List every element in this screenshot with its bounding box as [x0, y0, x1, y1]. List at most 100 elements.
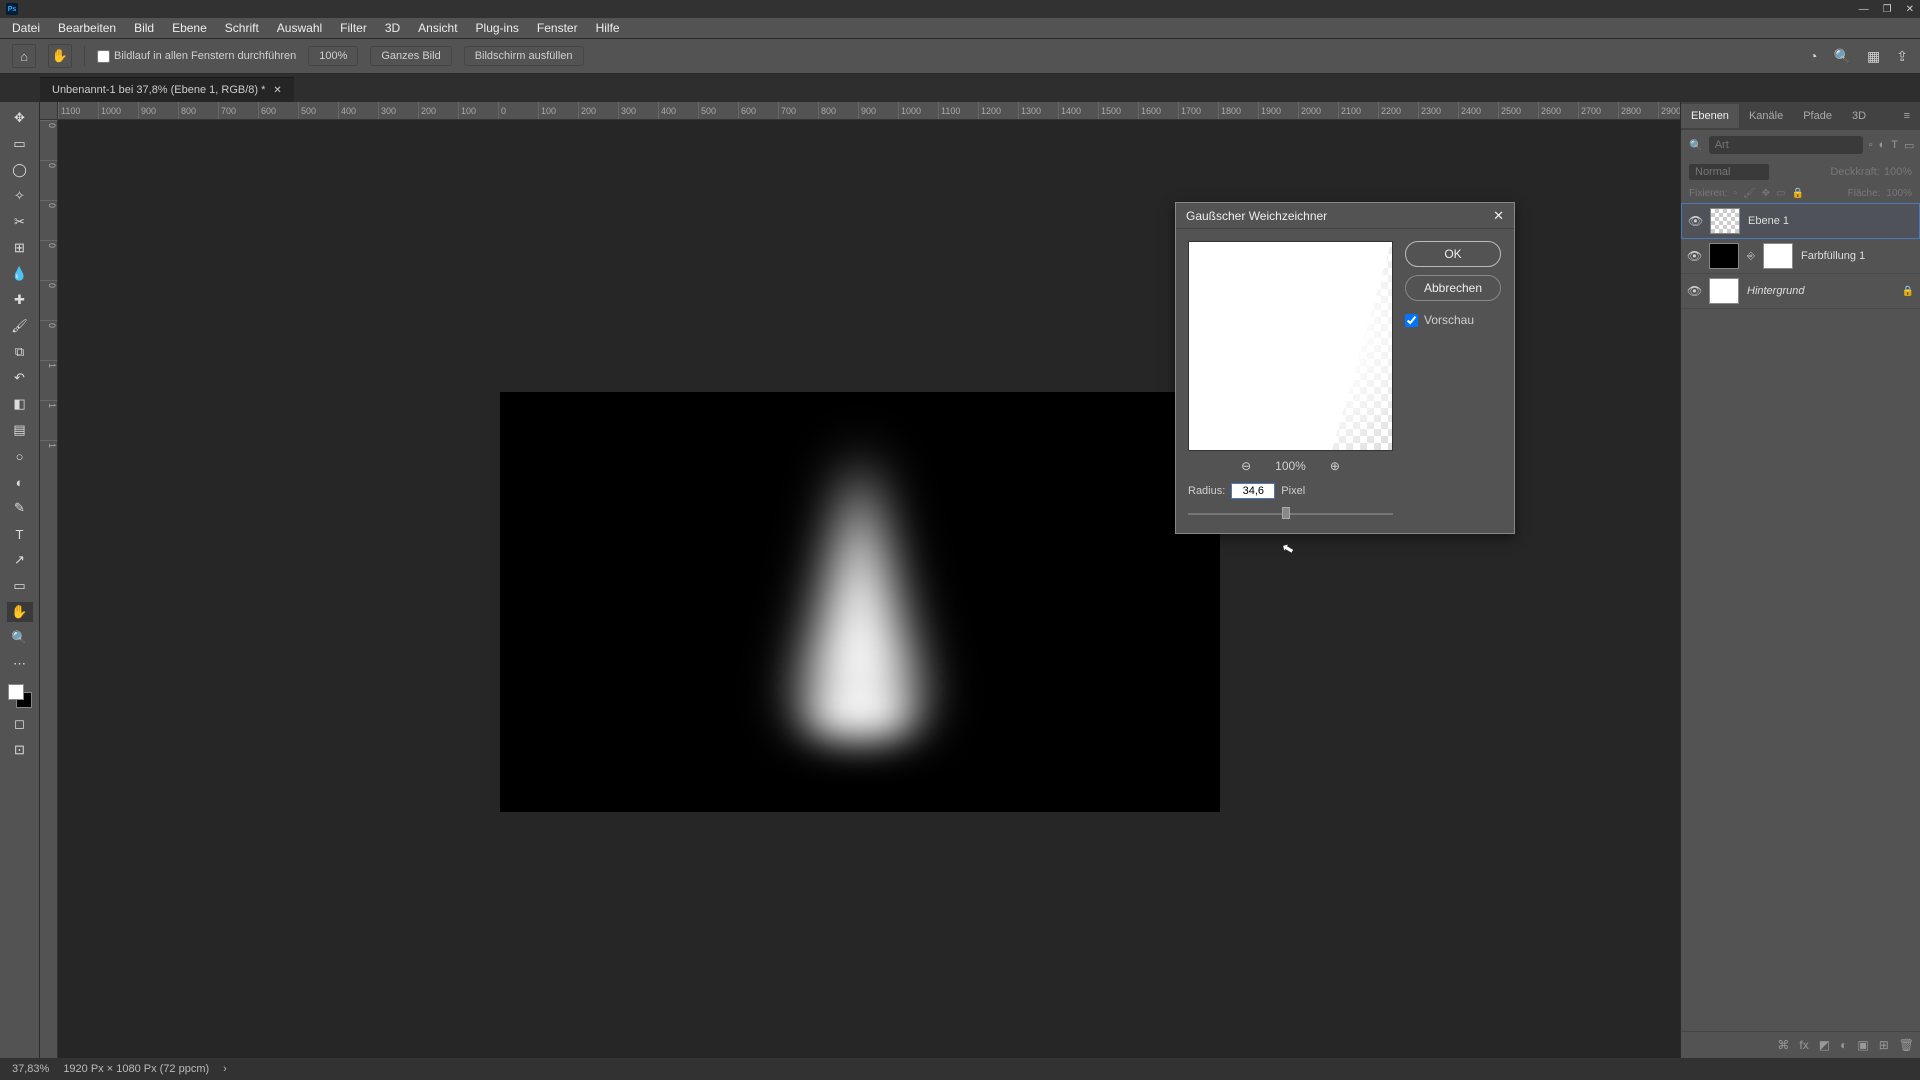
cancel-button[interactable]: Abbrechen — [1405, 275, 1501, 301]
hand-tool[interactable]: ✋ — [7, 602, 33, 622]
visibility-icon[interactable]: 👁 — [1687, 284, 1701, 298]
dodge-tool[interactable]: ◐ — [7, 472, 33, 492]
layer-name[interactable]: Hintergrund — [1747, 285, 1804, 297]
screenmode-tool[interactable]: ⊡ — [7, 740, 33, 760]
share-icon[interactable]: ⇪ — [1896, 48, 1908, 65]
dialog-preview[interactable] — [1188, 241, 1393, 451]
lock-transparency-icon[interactable]: ▫ — [1733, 188, 1737, 199]
rectangle-tool[interactable]: ▭ — [7, 576, 33, 596]
zoom-tool[interactable]: 🔍 — [7, 628, 33, 648]
search-icon[interactable]: 🔍 — [1834, 48, 1851, 65]
fit-screen-button[interactable]: Ganzes Bild — [370, 46, 451, 66]
menu-image[interactable]: Bild — [126, 19, 162, 37]
fx-icon[interactable]: fx — [1799, 1038, 1808, 1052]
menu-file[interactable]: Datei — [4, 19, 48, 37]
layer-thumbnail[interactable] — [1709, 278, 1739, 304]
move-tool[interactable]: ✥ — [7, 108, 33, 128]
radius-slider[interactable] — [1188, 507, 1393, 521]
frame-tool[interactable]: ⊞ — [7, 238, 33, 258]
lock-all-icon[interactable]: 🔒 — [1791, 188, 1803, 199]
layer-mask-thumbnail[interactable] — [1763, 243, 1793, 269]
layer-row-3[interactable]: 👁 Hintergrund 🔒 — [1681, 274, 1920, 309]
zoom-value[interactable]: 100% — [308, 46, 358, 66]
menu-plugins[interactable]: Plug-ins — [468, 19, 527, 37]
scroll-all-checkbox[interactable]: Bildlauf in allen Fenstern durchführen — [97, 50, 296, 63]
menu-select[interactable]: Auswahl — [269, 19, 330, 37]
menu-edit[interactable]: Bearbeiten — [50, 19, 124, 37]
layer-search-input[interactable] — [1709, 136, 1863, 154]
new-layer-icon[interactable]: ⊞ — [1879, 1038, 1889, 1052]
layer-name[interactable]: Farbfüllung 1 — [1801, 250, 1865, 262]
layer-name[interactable]: Ebene 1 — [1748, 215, 1789, 227]
visibility-icon[interactable]: 👁 — [1688, 214, 1702, 228]
ruler-vertical[interactable]: 000000111 — [40, 120, 58, 1058]
heal-tool[interactable]: ✚ — [7, 290, 33, 310]
blend-mode-dropdown[interactable]: Normal — [1689, 164, 1769, 180]
opacity-value[interactable]: 100% — [1884, 166, 1912, 178]
lock-position-icon[interactable]: ✥ — [1762, 188, 1770, 199]
cloud-icon[interactable]: ◔ — [1809, 48, 1817, 65]
lock-artboard-icon[interactable]: ▭ — [1776, 188, 1785, 199]
color-swatch[interactable] — [8, 684, 32, 708]
lock-pixels-icon[interactable]: 🖌 — [1743, 188, 1756, 199]
menu-type[interactable]: Schrift — [217, 19, 267, 37]
eraser-tool[interactable]: ◧ — [7, 394, 33, 414]
tab-3d[interactable]: 3D — [1842, 104, 1876, 128]
menu-layer[interactable]: Ebene — [164, 19, 215, 37]
filter-type-icon[interactable]: T — [1891, 139, 1898, 151]
ruler-horizontal[interactable]: 1100100090080070060050040030020010001002… — [58, 102, 1680, 120]
group-icon[interactable]: ▣ — [1857, 1038, 1868, 1052]
close-tab-icon[interactable]: ✕ — [273, 85, 281, 96]
link-layers-icon[interactable]: ⌘ — [1777, 1038, 1789, 1052]
lasso-tool[interactable]: ◯ — [7, 160, 33, 180]
stamp-tool[interactable]: ⧉ — [7, 342, 33, 362]
edit-toolbar[interactable]: ⋯ — [7, 654, 33, 674]
status-zoom[interactable]: 37,83% — [12, 1063, 49, 1075]
filter-adjust-icon[interactable]: ◐ — [1879, 139, 1886, 151]
type-tool[interactable]: T — [7, 524, 33, 544]
adjustment-icon[interactable]: ◐ — [1840, 1038, 1847, 1052]
minimize-button[interactable]: — — [1859, 4, 1869, 15]
brush-tool[interactable]: 🖌 — [7, 316, 33, 336]
hand-tool-icon[interactable]: ✋ — [48, 44, 72, 68]
layer-thumbnail[interactable] — [1709, 243, 1739, 269]
close-window-button[interactable]: ✕ — [1906, 4, 1914, 15]
dialog-titlebar[interactable]: Gaußscher Weichzeichner ✕ — [1176, 203, 1514, 229]
fill-value[interactable]: 100% — [1886, 188, 1912, 199]
tab-paths[interactable]: Pfade — [1793, 104, 1842, 128]
history-brush-tool[interactable]: ↶ — [7, 368, 33, 388]
preview-checkbox[interactable]: Vorschau — [1405, 313, 1501, 327]
document-tab[interactable]: Unbenannt-1 bei 37,8% (Ebene 1, RGB/8) *… — [40, 77, 294, 102]
marquee-tool[interactable]: ▭ — [7, 134, 33, 154]
menu-help[interactable]: Hilfe — [588, 19, 628, 37]
crop-tool[interactable]: ✂ — [7, 212, 33, 232]
path-tool[interactable]: ↗ — [7, 550, 33, 570]
link-icon[interactable]: ⎆ — [1747, 251, 1755, 262]
panel-menu-icon[interactable]: ≡ — [1894, 104, 1920, 128]
tab-layers[interactable]: Ebenen — [1681, 104, 1739, 128]
mask-icon[interactable]: ◩ — [1819, 1038, 1830, 1052]
layer-thumbnail[interactable] — [1710, 208, 1740, 234]
delete-icon[interactable]: 🗑 — [1899, 1038, 1914, 1052]
status-chevron-icon[interactable]: › — [223, 1063, 227, 1075]
home-icon[interactable]: ⌂ — [12, 44, 36, 68]
filter-shape-icon[interactable]: ▭ — [1904, 139, 1914, 152]
zoom-in-icon[interactable]: ⊕ — [1330, 459, 1340, 473]
blur-tool[interactable]: ○ — [7, 446, 33, 466]
gradient-tool[interactable]: ▤ — [7, 420, 33, 440]
layer-row-1[interactable]: 👁 Ebene 1 — [1681, 203, 1920, 239]
ok-button[interactable]: OK — [1405, 241, 1501, 267]
layer-row-2[interactable]: 👁 ⎆ Farbfüllung 1 — [1681, 239, 1920, 274]
menu-window[interactable]: Fenster — [529, 19, 586, 37]
restore-button[interactable]: ❐ — [1883, 4, 1892, 15]
radius-input[interactable] — [1231, 483, 1275, 499]
menu-view[interactable]: Ansicht — [410, 19, 465, 37]
eyedropper-tool[interactable]: 💧 — [7, 264, 33, 284]
fill-screen-button[interactable]: Bildschirm ausfüllen — [464, 46, 584, 66]
quickmask-tool[interactable]: ◻ — [7, 714, 33, 734]
pen-tool[interactable]: ✎ — [7, 498, 33, 518]
workspace-icon[interactable]: ▦ — [1867, 48, 1880, 65]
wand-tool[interactable]: ✧ — [7, 186, 33, 206]
tab-channels[interactable]: Kanäle — [1739, 104, 1793, 128]
close-icon[interactable]: ✕ — [1493, 208, 1504, 224]
